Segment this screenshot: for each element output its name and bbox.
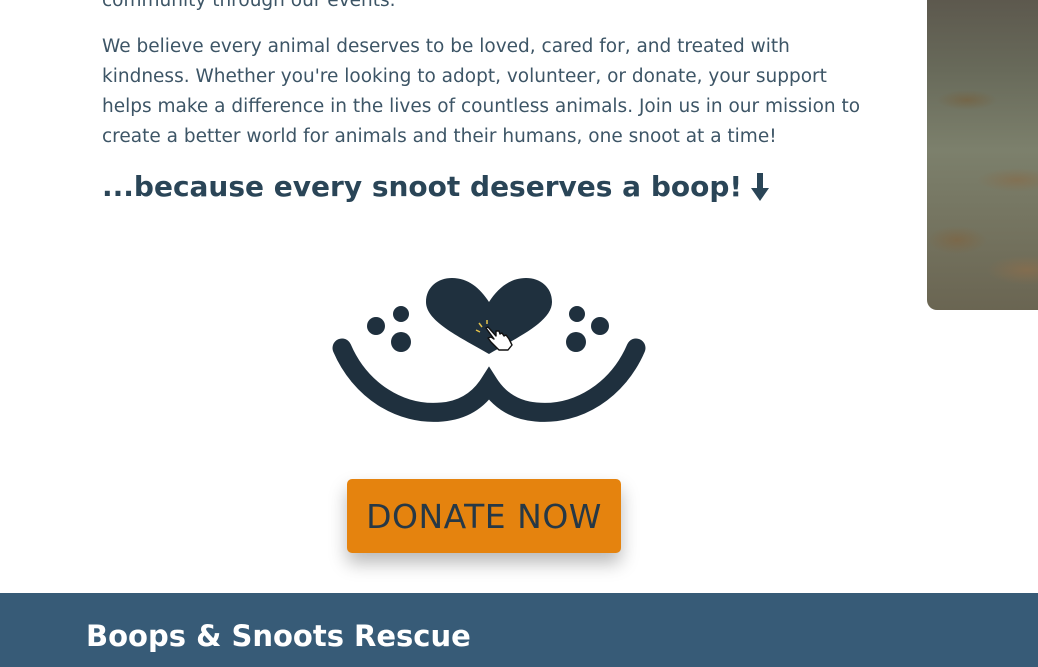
pet-photo: [927, 0, 1038, 310]
arrow-down-icon: [751, 172, 770, 201]
tagline-text: ...because every snoot deserves a boop!: [102, 170, 743, 203]
intro-paragraph: We believe every animal deserves to be l…: [102, 36, 861, 147]
footer-site-title: Boops & Snoots Rescue: [86, 619, 471, 653]
tagline-heading: ...because every snoot deserves a boop!: [102, 170, 770, 203]
page: community through our events. We believe…: [0, 0, 1038, 667]
donate-now-button[interactable]: DONATE NOW: [347, 479, 621, 553]
site-footer: Boops & Snoots Rescue: [0, 593, 1038, 667]
intro-text-previous-line: community through our events.: [102, 0, 396, 11]
hand-pointer-icon: [475, 320, 513, 351]
